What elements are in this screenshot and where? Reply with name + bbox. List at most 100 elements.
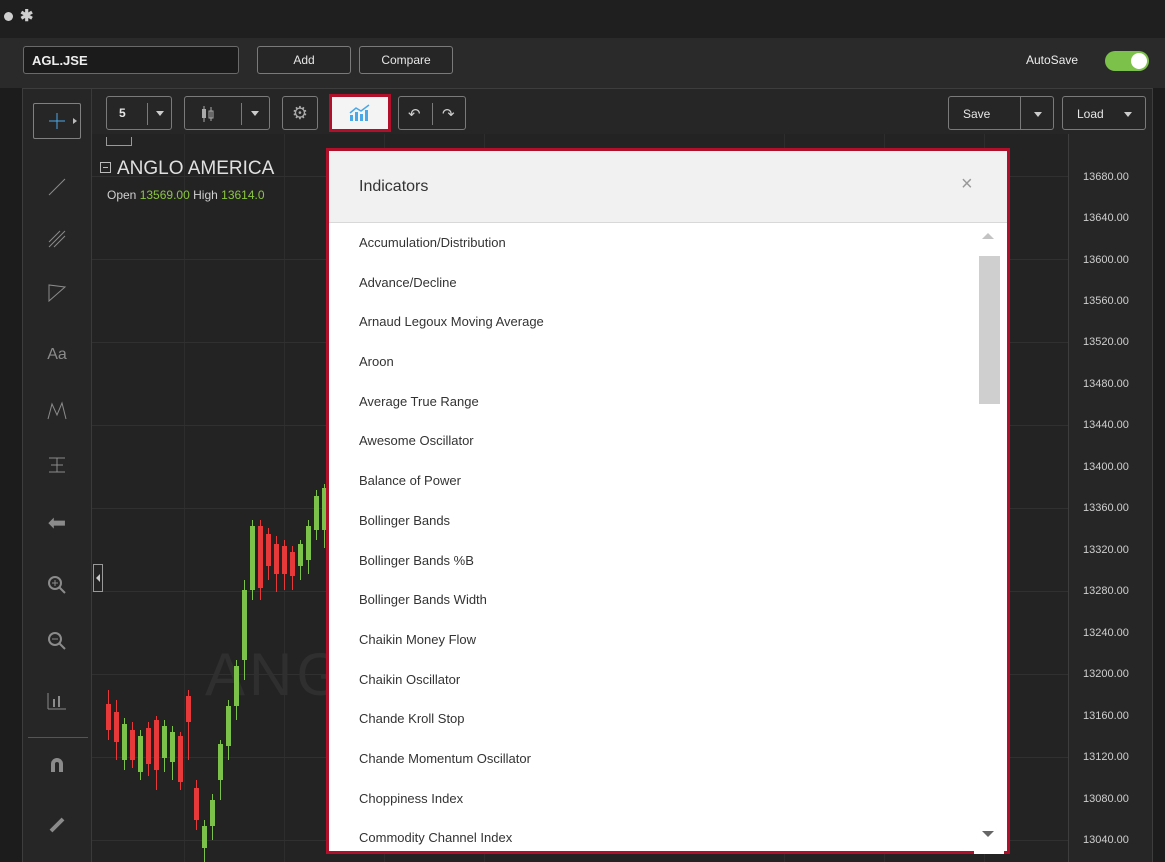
candle-body <box>210 800 215 826</box>
scrollbar[interactable] <box>974 223 1004 854</box>
chevron-down-icon <box>251 111 259 116</box>
add-button[interactable]: Add <box>257 46 351 74</box>
candle-body <box>146 728 151 764</box>
y-tick: 13520.00 <box>1083 336 1129 348</box>
pattern-icon[interactable] <box>33 391 81 431</box>
magnet-icon[interactable] <box>33 745 81 785</box>
trend-line-icon[interactable] <box>33 167 81 207</box>
y-tick: 13280.00 <box>1083 585 1129 597</box>
scroll-down-icon[interactable] <box>982 831 994 837</box>
divider <box>1020 97 1021 129</box>
toolbar-collapse-handle[interactable] <box>93 564 103 592</box>
y-tick: 13200.00 <box>1083 668 1129 680</box>
save-button[interactable]: Save <box>963 107 990 121</box>
toggle-knob <box>1131 53 1147 69</box>
divider <box>432 103 433 125</box>
zoom-out-icon[interactable] <box>33 621 81 661</box>
zoom-in-icon[interactable] <box>33 565 81 605</box>
indicator-item[interactable]: Aroon <box>329 342 973 382</box>
arrow-left-icon[interactable]: ⬅ <box>33 503 81 543</box>
undo-redo-group: ↶ ↷ <box>398 96 466 130</box>
asterisk-icon: ✱ <box>20 8 34 25</box>
y-tick: 13080.00 <box>1083 793 1129 805</box>
candle-body <box>242 590 247 660</box>
chevron-down-icon[interactable] <box>1034 112 1042 117</box>
autosave-toggle[interactable] <box>1105 51 1149 71</box>
indicator-item[interactable]: Bollinger Bands Width <box>329 580 973 620</box>
y-tick: 13480.00 <box>1083 378 1129 390</box>
pitchfork-icon[interactable] <box>33 219 81 259</box>
close-icon[interactable]: × <box>961 173 973 196</box>
chart-type-dropdown[interactable] <box>184 96 270 130</box>
candle-body <box>202 826 207 848</box>
indicator-item[interactable]: Bollinger Bands %B <box>329 541 973 581</box>
y-tick: 13040.00 <box>1083 834 1129 846</box>
candle-body <box>306 526 311 560</box>
modal-header: Indicators × <box>329 151 1007 223</box>
indicator-item[interactable]: Bollinger Bands <box>329 501 973 541</box>
load-label: Load <box>1077 107 1104 121</box>
symbol-input[interactable]: AGL.JSE <box>23 46 239 74</box>
open-label: Open <box>107 188 137 202</box>
candle-body <box>218 744 223 780</box>
redo-icon[interactable]: ↷ <box>442 105 455 123</box>
grid-line <box>284 134 285 862</box>
indicator-list[interactable]: Accumulation/Distribution Advance/Decline… <box>329 223 973 854</box>
candle-body <box>274 544 279 574</box>
grid-line <box>184 134 185 862</box>
high-value: 13614.0 <box>221 188 265 202</box>
crosshair-icon[interactable] <box>33 103 81 139</box>
candle-body <box>106 704 111 730</box>
indicators-button[interactable] <box>329 94 391 132</box>
interval-value: 5 <box>119 106 126 120</box>
bars-icon[interactable] <box>33 681 81 721</box>
divider <box>241 103 242 125</box>
chevron-down-icon <box>1124 112 1132 117</box>
collapse-top-tab[interactable] <box>106 137 132 146</box>
indicator-item[interactable]: Balance of Power <box>329 461 973 501</box>
scroll-thumb[interactable] <box>979 256 1000 404</box>
indicator-item[interactable]: Arnaud Legoux Moving Average <box>329 302 973 342</box>
indicator-item[interactable]: Accumulation/Distribution <box>329 223 973 263</box>
interval-dropdown[interactable]: 5 <box>106 96 172 130</box>
candle-body <box>162 726 167 758</box>
candle-body <box>258 526 263 588</box>
y-tick: 13640.00 <box>1083 212 1129 224</box>
open-value: 13569.00 <box>139 188 190 202</box>
candle-body <box>250 526 255 590</box>
scroll-up-icon[interactable] <box>982 233 994 239</box>
indicator-item[interactable]: Chande Momentum Oscillator <box>329 739 973 779</box>
indicators-icon <box>349 104 370 121</box>
candle-body <box>226 706 231 746</box>
compare-button[interactable]: Compare <box>359 46 453 74</box>
indicator-item[interactable]: Chaikin Money Flow <box>329 620 973 660</box>
indicator-item[interactable]: Chaikin Oscillator <box>329 660 973 700</box>
legend-collapse-icon[interactable] <box>100 162 111 173</box>
indicators-modal: Indicators × Accumulation/Distribution Ad… <box>326 148 1010 854</box>
candle-body <box>170 732 175 762</box>
measure-icon[interactable] <box>33 445 81 485</box>
indicator-item[interactable]: Choppiness Index <box>329 779 973 819</box>
text-icon[interactable]: Aa <box>33 335 81 375</box>
y-tick: 13160.00 <box>1083 710 1129 722</box>
pencil-icon[interactable] <box>33 805 81 845</box>
indicator-item[interactable]: Advance/Decline <box>329 263 973 303</box>
drawing-toolbar: Aa ⬅ <box>23 89 92 862</box>
price-axis[interactable]: 13680.00 13640.00 13600.00 13560.00 1352… <box>1068 134 1152 862</box>
load-button[interactable]: Load <box>1062 96 1146 130</box>
indicator-item[interactable]: Chande Kroll Stop <box>329 699 973 739</box>
y-tick: 13680.00 <box>1083 171 1129 183</box>
undo-icon[interactable]: ↶ <box>408 105 421 123</box>
status-dot-icon <box>4 12 13 21</box>
indicator-item[interactable]: Average True Range <box>329 382 973 422</box>
settings-button[interactable]: ⚙ <box>282 96 318 130</box>
y-tick: 13560.00 <box>1083 295 1129 307</box>
triangle-icon[interactable] <box>33 273 81 313</box>
candle-body <box>130 730 135 760</box>
candle-body <box>282 546 287 574</box>
candle-body <box>314 496 319 530</box>
indicator-item[interactable]: Awesome Oscillator <box>329 421 973 461</box>
y-tick: 13320.00 <box>1083 544 1129 556</box>
indicator-item[interactable]: Commodity Channel Index <box>329 818 973 854</box>
candle-body <box>194 788 199 820</box>
